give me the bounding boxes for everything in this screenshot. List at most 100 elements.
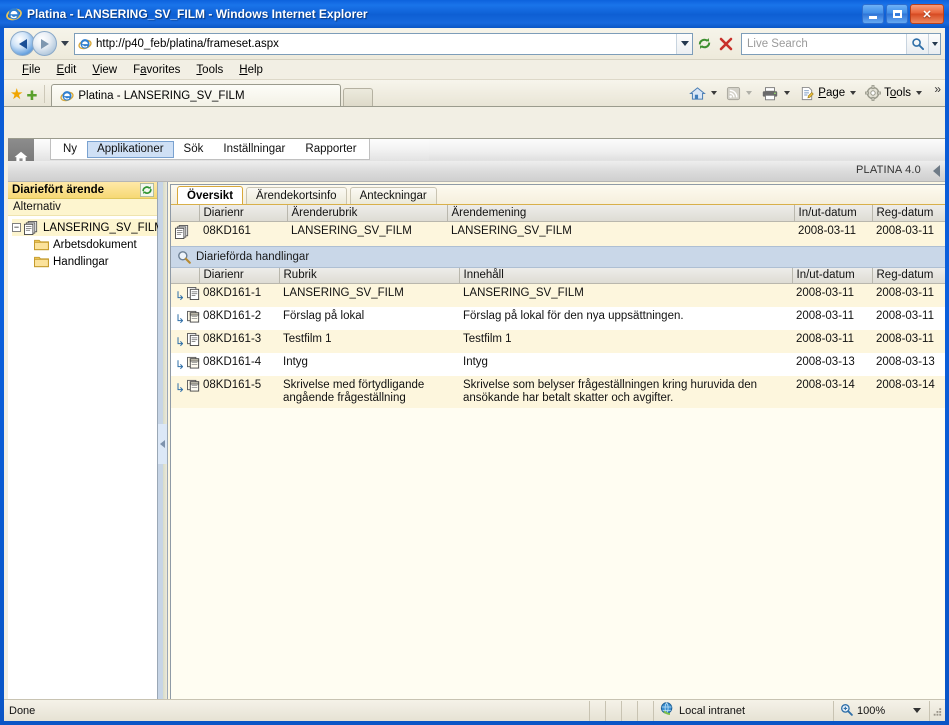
app-nav-tab-applikationer[interactable]: Applikationer <box>87 140 174 158</box>
search-box[interactable]: Live Search <box>741 32 941 55</box>
search-submit-button[interactable] <box>906 33 928 54</box>
cell-in-ut-datum: 2008-03-13 <box>792 353 872 376</box>
col-arendemening: Ärendemening <box>447 205 795 222</box>
arrow-left-icon <box>18 38 27 49</box>
table-row[interactable]: ↳ <box>171 353 945 376</box>
app-nav-tab-sok[interactable]: Sök <box>174 141 214 158</box>
address-input-container[interactable]: http://p40_feb/platina/frameset.aspx <box>74 32 693 55</box>
splitter-collapse-handle[interactable] <box>158 424 167 464</box>
status-cell <box>605 700 621 721</box>
table-row[interactable]: ↳ <box>171 376 945 408</box>
tree-node-root[interactable]: − LANSERING_SV_FILM <box>12 219 164 236</box>
app-nav-strip: Ny Applikationer Sök Inställningar Rappo… <box>8 139 945 174</box>
print-button[interactable] <box>759 86 797 101</box>
sidebar-refresh-button[interactable] <box>140 183 154 197</box>
address-input[interactable]: http://p40_feb/platina/frameset.aspx <box>96 38 676 50</box>
cell-reg-datum: 2008-03-14 <box>872 376 945 408</box>
app-nav-tab-rapporter[interactable]: Rapporter <box>295 141 366 158</box>
app-body: Diariefört ärende Alternativ − LANSERING… <box>8 182 945 721</box>
resize-grip[interactable] <box>929 700 945 721</box>
tree-node-arbetsdokument[interactable]: Arbetsdokument <box>12 236 157 253</box>
col-in-ut-datum: In/ut-datum <box>792 267 873 284</box>
maximize-button[interactable] <box>886 4 908 24</box>
gear-icon <box>865 85 882 101</box>
cell-arenderubrik: LANSERING_SV_FILM <box>287 221 447 246</box>
minimize-icon <box>869 15 877 19</box>
recent-pages-button[interactable] <box>61 41 69 46</box>
window-title: Platina - LANSERING_SV_FILM - Windows In… <box>27 7 368 21</box>
tab-oversikt[interactable]: Översikt <box>177 186 244 204</box>
menu-item-edit[interactable]: Edit <box>49 62 85 78</box>
security-zone-indicator[interactable]: Local intranet <box>653 700 833 721</box>
table-row[interactable]: 08KD161 LANSERING_SV_FILM LANSERING_SV_F… <box>171 221 945 246</box>
app-nav-tab-ny[interactable]: Ny <box>53 141 87 158</box>
search-provider-dropdown[interactable] <box>928 33 940 54</box>
menu-item-help[interactable]: Help <box>231 62 271 78</box>
document-copy-icon[interactable] <box>187 287 201 304</box>
minimize-button[interactable] <box>862 4 884 24</box>
cell-arendemening: LANSERING_SV_FILM <box>447 221 794 246</box>
tree-node-handlingar[interactable]: Handlingar <box>12 253 157 270</box>
sub-item-arrow-icon: ↳ <box>175 380 186 395</box>
cell-reg-datum: 2008-03-13 <box>872 353 945 376</box>
add-favorite-icon[interactable]: ★ <box>10 87 23 102</box>
content-tabs: Översikt Ärendekortsinfo Anteckningar <box>171 185 945 205</box>
app-nav-tab-installningar[interactable]: Inställningar <box>213 141 295 158</box>
tree-expander-icon[interactable]: − <box>12 223 21 232</box>
zoom-dropdown-icon[interactable] <box>913 708 921 713</box>
feeds-button[interactable] <box>724 86 759 101</box>
page-icon <box>802 86 815 100</box>
page-menu-button[interactable]: Page <box>797 86 863 101</box>
cell-in-ut-datum: 2008-03-11 <box>792 307 872 330</box>
cell-diarienr: 08KD161-5 <box>199 376 279 408</box>
menu-item-favorites[interactable]: Favorites <box>125 62 188 78</box>
zoom-control[interactable]: 100% <box>833 700 929 721</box>
browser-client: http://p40_feb/platina/frameset.aspx Liv… <box>4 28 945 721</box>
collapse-panel-button[interactable] <box>925 161 945 181</box>
cell-innehall: Skrivelse som belyser frågeställningen k… <box>459 376 792 408</box>
tools-menu-button[interactable]: Tools <box>863 85 929 101</box>
cell-innehall: Förslag på lokal för den nya uppsättning… <box>459 307 792 330</box>
feeds-icon <box>727 86 741 100</box>
menu-item-file[interactable]: FFileile <box>14 62 49 78</box>
media-copy-icon[interactable] <box>187 310 201 327</box>
address-dropdown-button[interactable] <box>676 33 692 54</box>
forward-button[interactable] <box>32 31 57 56</box>
media-copy-icon[interactable] <box>187 356 201 373</box>
table-row[interactable]: ↳ <box>171 307 945 330</box>
refresh-button[interactable] <box>693 33 715 55</box>
search-input[interactable]: Live Search <box>742 38 906 50</box>
close-icon: ✕ <box>922 8 932 21</box>
menu-item-view[interactable]: View <box>84 62 125 78</box>
case-document-icon[interactable] <box>175 224 190 242</box>
menu-item-tools[interactable]: Tools <box>188 62 231 78</box>
overflow-chevron-icon[interactable]: » <box>934 82 941 96</box>
tab-anteckningar[interactable]: Anteckningar <box>349 187 437 204</box>
resize-grip-icon <box>933 707 942 716</box>
document-copy-icon[interactable] <box>187 333 201 350</box>
section-header-label: Diarieförda handlingar <box>196 250 310 263</box>
table-row[interactable]: ↳ <box>171 283 945 307</box>
print-icon <box>763 86 778 100</box>
favorites-center-icon[interactable]: ✚ <box>26 89 37 102</box>
new-tab-button[interactable] <box>343 88 374 106</box>
tab-favicon-icon <box>60 89 75 103</box>
app-version-label: PLATINA 4.0 <box>856 164 921 176</box>
panel-splitter[interactable] <box>158 182 167 721</box>
close-button[interactable]: ✕ <box>910 4 944 24</box>
tab-arendekortsinfo[interactable]: Ärendekortsinfo <box>246 187 347 204</box>
status-cell <box>621 700 637 721</box>
media-copy-icon[interactable] <box>187 379 201 396</box>
stop-button[interactable] <box>715 33 737 55</box>
folder-icon <box>34 238 49 252</box>
tools-menu-label: Tools <box>884 87 911 99</box>
home-button[interactable] <box>687 86 724 101</box>
cell-rubrik: LANSERING_SV_FILM <box>279 283 459 307</box>
sidebar: Diariefört ärende Alternativ − LANSERING… <box>8 182 164 721</box>
browser-tab[interactable]: Platina - LANSERING_SV_FILM <box>51 84 342 106</box>
table-row[interactable]: ↳ <box>171 330 945 353</box>
case-document-icon <box>24 220 39 235</box>
cell-innehall: Intyg <box>459 353 792 376</box>
chevron-left-icon <box>932 165 940 177</box>
status-cell <box>637 700 653 721</box>
